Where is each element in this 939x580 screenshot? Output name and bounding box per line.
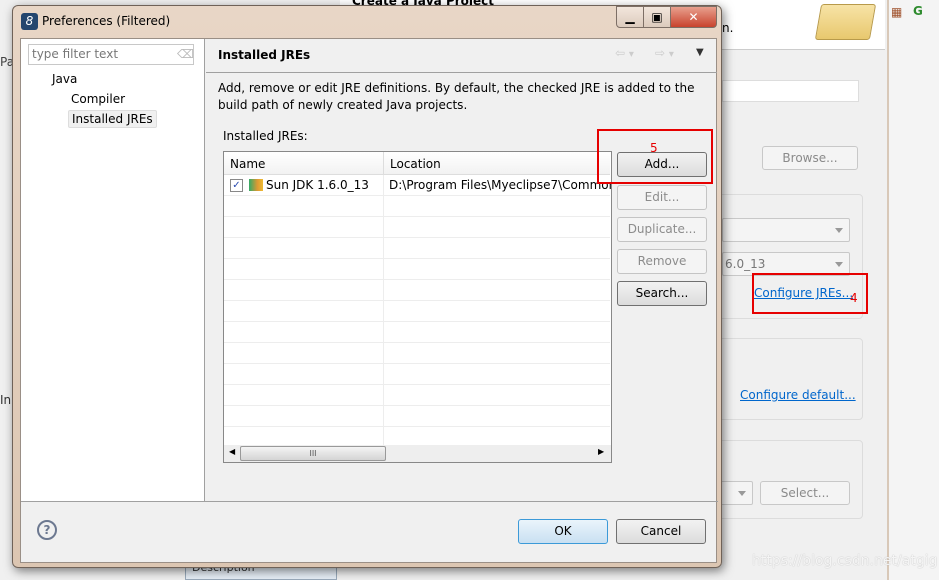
horizontal-scrollbar[interactable]: ◀ III ▶ [224,445,611,462]
ok-button[interactable]: OK [518,519,608,544]
filter-input[interactable]: type filter text [28,44,194,65]
configure-default-link[interactable]: Configure default... [740,388,856,402]
column-location[interactable]: Location [383,152,611,175]
dialog-client: type filter text ⌫ Java Compiler Install… [20,38,718,563]
view-menu-icon[interactable]: ▼ [696,47,704,58]
jre-table: Name Location ✓ Sun JDK 1.6.0_13 D:\Prog… [223,151,612,463]
table-row-empty [224,217,610,238]
browse-button[interactable]: Browse... [762,146,858,170]
minimize-button[interactable]: ▁ [616,6,644,28]
back-icon[interactable]: ⇦ ▾ [615,46,634,60]
app-icon: 8 [21,13,38,30]
table-row-empty [224,238,610,259]
dialog-title: Preferences (Filtered) [42,14,171,28]
new-package-icon[interactable]: ▦ [891,5,902,19]
table-row-empty [224,343,610,364]
cancel-button[interactable]: Cancel [616,519,706,544]
table-row-empty [224,322,610,343]
page-title: Installed JREs [218,48,311,62]
table-row-empty [224,301,610,322]
edit-button[interactable]: Edit... [617,185,707,210]
help-icon[interactable]: ? [37,520,57,540]
page-description: Add, remove or edit JRE definitions. By … [218,81,695,112]
maximize-button[interactable]: ▣ [643,6,671,28]
search-button[interactable]: Search... [617,281,707,306]
row-checkbox[interactable]: ✓ [230,179,243,192]
jre-location: D:\Program Files\Myeclipse7\Common [389,178,612,192]
duplicate-button[interactable]: Duplicate... [617,217,707,242]
jre-combo-1[interactable] [722,218,850,242]
forward-icon[interactable]: ⇨ ▾ [655,46,674,60]
tree-item-java[interactable]: Java [52,72,77,86]
column-name[interactable]: Name [230,157,382,171]
new-class-icon[interactable]: G [913,4,923,18]
left-label: In [0,393,12,407]
jre-name: Sun JDK 1.6.0_13 [266,178,369,192]
list-label: Installed JREs: [223,129,308,143]
annotation-box-add [597,129,713,184]
close-button[interactable]: ✕ [670,6,717,28]
table-row-empty [224,259,610,280]
toolbar-strip: ▦ G [887,0,939,580]
scroll-right-icon[interactable]: ▶ [598,447,604,456]
column-divider [383,175,384,445]
jre-icon [249,179,263,191]
title-separator [206,72,717,73]
table-header: Name Location [224,152,610,175]
tree-item-compiler[interactable]: Compiler [71,92,125,106]
table-row-empty [224,196,610,217]
bg-input[interactable] [722,80,859,102]
tree-panel: type filter text ⌫ Java Compiler Install… [21,39,205,502]
select-button[interactable]: Select... [760,481,850,505]
annotation-4: 4 [850,291,858,305]
preferences-dialog: 8 Preferences (Filtered) ▁ ▣ ✕ type filt… [12,5,722,568]
scroll-thumb[interactable]: III [240,446,386,461]
folder-icon [814,4,877,40]
bottom-separator [21,501,718,502]
table-row-empty [224,385,610,406]
working-set-group [700,440,863,519]
wizard-desc: n. [722,21,734,35]
scroll-left-icon[interactable]: ◀ [229,447,235,456]
layout-group [700,338,863,420]
table-row[interactable]: ✓ Sun JDK 1.6.0_13 D:\Program Files\Myec… [224,175,612,196]
remove-button[interactable]: Remove [617,249,707,274]
annotation-5: 5 [650,141,658,155]
tree-item-installed-jres[interactable]: Installed JREs [68,110,157,128]
watermark: https://blog.csdn.net/atgig [752,553,938,569]
clear-filter-icon[interactable]: ⌫ [177,47,194,61]
table-row-empty [224,364,610,385]
table-row-empty [224,280,610,301]
table-row-empty [224,406,610,427]
